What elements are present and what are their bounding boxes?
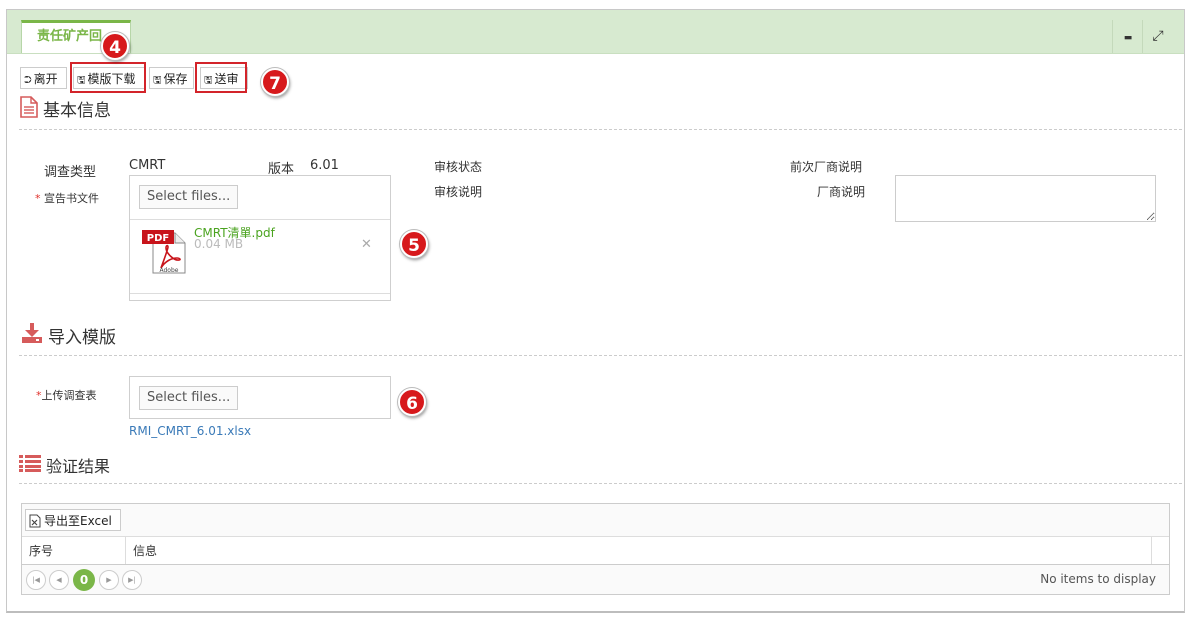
step-badge-7: 7 bbox=[261, 68, 289, 96]
exit-icon: ⮊ bbox=[24, 75, 32, 86]
divider bbox=[19, 129, 1182, 130]
first-page-button[interactable]: |◀ bbox=[26, 570, 46, 590]
required-marker: * bbox=[35, 192, 41, 205]
tab-bar: 责任矿产回 ▬ ⤢ bbox=[7, 10, 1184, 54]
survey-type-label: 调查类型 bbox=[44, 165, 97, 180]
select-files-button[interactable]: Select files... bbox=[139, 185, 239, 209]
upload-survey-label: *上传调查表 bbox=[36, 389, 97, 402]
maximize-button[interactable]: ⤢ bbox=[1142, 20, 1173, 53]
survey-upload: Select files... bbox=[129, 376, 391, 419]
review-status-label: 审核状态 bbox=[434, 160, 483, 174]
declaration-label: * 宣告书文件 bbox=[35, 192, 99, 205]
divider bbox=[19, 355, 1182, 356]
next-page-icon: ▶ bbox=[106, 576, 112, 584]
maximize-icon: ⤢ bbox=[1152, 28, 1164, 44]
section-title-basic-info: 基本信息 bbox=[43, 101, 111, 121]
vendor-note-textarea[interactable] bbox=[895, 175, 1156, 222]
list-icon bbox=[19, 455, 41, 472]
step-badge-6: 6 bbox=[398, 388, 426, 416]
main-panel: 责任矿产回 ▬ ⤢ ⮊ 离开 🖫 模版下载 🖫 保存 🖫 送审 4 7 基本信息 调查类… bbox=[6, 9, 1185, 613]
save-icon: 🖫 bbox=[153, 75, 162, 86]
save-button[interactable]: 🖫 保存 bbox=[149, 67, 194, 89]
remove-file-icon[interactable]: ✕ bbox=[361, 237, 372, 252]
template-file-link[interactable]: RMI_CMRT_6.01.xlsx bbox=[129, 424, 251, 438]
last-page-button[interactable]: ▶| bbox=[122, 570, 142, 590]
current-page[interactable]: 0 bbox=[73, 569, 95, 591]
minimize-button[interactable]: ▬ bbox=[1112, 20, 1143, 53]
section-title-validation: 验证结果 bbox=[46, 457, 111, 476]
vendor-note-label: 厂商说明 bbox=[817, 185, 866, 199]
review-note-label: 审核说明 bbox=[434, 185, 483, 199]
export-excel-button[interactable]: 导出至Excel bbox=[25, 509, 121, 531]
document-icon bbox=[20, 96, 38, 118]
declaration-upload: Select files... PDF Adobe CMRT清單.pdf 0.0… bbox=[129, 175, 391, 301]
leave-button[interactable]: ⮊ 离开 bbox=[20, 67, 67, 89]
step-badge-4: 4 bbox=[101, 32, 129, 60]
column-header-message[interactable]: 信息 bbox=[133, 542, 157, 559]
next-page-button[interactable]: ▶ bbox=[99, 570, 119, 590]
section-title-import-template: 导入模版 bbox=[48, 328, 116, 348]
select-files-button[interactable]: Select files... bbox=[139, 386, 239, 410]
grid-pager: |◀ ◀ 0 ▶ ▶| No items to display bbox=[22, 565, 1169, 594]
highlight-submit bbox=[195, 62, 247, 93]
version-value: 6.01 bbox=[310, 158, 339, 173]
grid-header: 序号 信息 bbox=[22, 536, 1169, 565]
pdf-file-icon: PDF Adobe bbox=[142, 230, 186, 274]
excel-icon bbox=[29, 514, 41, 528]
svg-text:PDF: PDF bbox=[147, 233, 169, 244]
highlight-template-download bbox=[70, 62, 146, 93]
survey-type-value: CMRT bbox=[129, 158, 166, 173]
previous-vendor-note-label: 前次厂商说明 bbox=[790, 160, 863, 174]
last-page-icon: ▶| bbox=[128, 576, 136, 584]
first-page-icon: |◀ bbox=[32, 576, 40, 584]
pager-info: No items to display bbox=[1040, 572, 1156, 586]
divider bbox=[19, 483, 1182, 484]
svg-text:Adobe: Adobe bbox=[160, 267, 179, 274]
previous-page-button[interactable]: ◀ bbox=[49, 570, 69, 590]
download-icon bbox=[22, 323, 42, 343]
previous-page-icon: ◀ bbox=[56, 576, 62, 584]
column-header-index[interactable]: 序号 bbox=[29, 542, 53, 559]
validation-grid: 导出至Excel 序号 信息 |◀ ◀ 0 ▶ ▶| No items to d… bbox=[21, 503, 1170, 595]
step-badge-5: 5 bbox=[400, 230, 428, 258]
grid-toolbar: 导出至Excel bbox=[22, 504, 1169, 537]
file-size: 0.04 MB bbox=[194, 237, 244, 251]
minimize-icon: ▬ bbox=[1123, 33, 1133, 43]
